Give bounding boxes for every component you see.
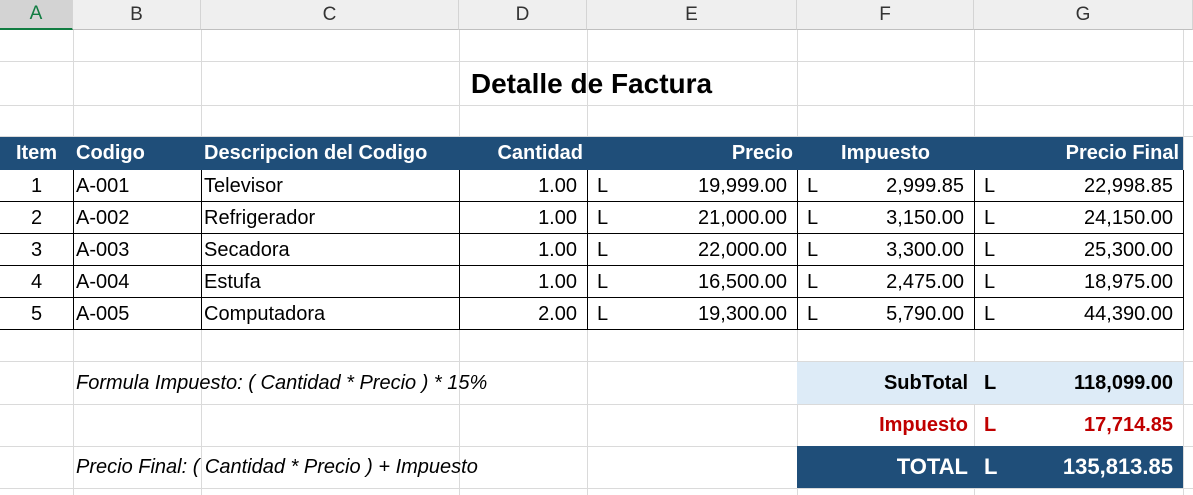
cell-precio[interactable]: 16,500.00 bbox=[617, 266, 797, 298]
currency-cell[interactable]: L bbox=[587, 298, 617, 330]
cell-descripcion[interactable]: Computadora bbox=[201, 298, 459, 330]
cell-impuesto[interactable]: 3,300.00 bbox=[827, 234, 974, 266]
currency-cell[interactable]: L bbox=[587, 170, 617, 202]
column-header-g[interactable]: G bbox=[974, 0, 1193, 30]
cell-descripcion[interactable]: Secadora bbox=[201, 234, 459, 266]
total-currency[interactable]: L bbox=[974, 446, 1004, 488]
cell-cantidad[interactable]: 1.00 bbox=[459, 170, 587, 202]
currency-cell[interactable]: L bbox=[974, 170, 1004, 202]
table-border bbox=[459, 170, 460, 330]
table-border bbox=[797, 170, 798, 330]
impuesto-total-label[interactable]: Impuesto bbox=[797, 404, 974, 446]
cell-descripcion[interactable]: Refrigerador bbox=[201, 202, 459, 234]
header-item[interactable]: Item bbox=[0, 137, 73, 170]
table-border bbox=[0, 265, 1183, 266]
header-codigo[interactable]: Codigo bbox=[73, 137, 201, 170]
cell-precio-final[interactable]: 24,150.00 bbox=[1004, 202, 1183, 234]
subtotal-value[interactable]: 118,099.00 bbox=[1004, 362, 1183, 404]
currency-cell[interactable]: L bbox=[974, 298, 1004, 330]
impuesto-total-value[interactable]: 17,714.85 bbox=[1004, 404, 1183, 446]
header-precio[interactable]: Precio bbox=[587, 137, 797, 170]
invoice-title[interactable]: Detalle de Factura bbox=[0, 62, 1183, 106]
cell-codigo[interactable]: A-005 bbox=[73, 298, 201, 330]
currency-cell[interactable]: L bbox=[797, 202, 827, 234]
currency-cell[interactable]: L bbox=[974, 266, 1004, 298]
subtotal-label[interactable]: SubTotal bbox=[797, 362, 974, 404]
cell-cantidad[interactable]: 1.00 bbox=[459, 234, 587, 266]
table-border bbox=[587, 170, 588, 330]
column-header-d[interactable]: D bbox=[459, 0, 587, 30]
cell-descripcion[interactable]: Televisor bbox=[201, 170, 459, 202]
cell-precio-final[interactable]: 18,975.00 bbox=[1004, 266, 1183, 298]
currency-cell[interactable]: L bbox=[797, 266, 827, 298]
table-border bbox=[0, 201, 1183, 202]
currency-cell[interactable]: L bbox=[587, 234, 617, 266]
gridline bbox=[0, 488, 1193, 489]
cell-item[interactable]: 5 bbox=[0, 298, 73, 330]
cell-precio[interactable]: 19,999.00 bbox=[617, 170, 797, 202]
currency-cell[interactable]: L bbox=[587, 266, 617, 298]
cell-precio[interactable]: 21,000.00 bbox=[617, 202, 797, 234]
formula-precio-final-note[interactable]: Precio Final: ( Cantidad * Precio ) + Im… bbox=[76, 446, 478, 488]
subtotal-currency[interactable]: L bbox=[974, 362, 1004, 404]
cell-precio-final[interactable]: 44,390.00 bbox=[1004, 298, 1183, 330]
cell-item[interactable]: 4 bbox=[0, 266, 73, 298]
impuesto-total-currency[interactable]: L bbox=[974, 404, 1004, 446]
table-border bbox=[0, 297, 1183, 298]
column-header-f[interactable]: F bbox=[797, 0, 974, 30]
table-border bbox=[1183, 170, 1184, 330]
cell-descripcion[interactable]: Estufa bbox=[201, 266, 459, 298]
table-border bbox=[0, 233, 1183, 234]
header-precio-final[interactable]: Precio Final bbox=[974, 137, 1183, 170]
total-label[interactable]: TOTAL bbox=[797, 446, 974, 488]
currency-cell[interactable]: L bbox=[797, 170, 827, 202]
currency-cell[interactable]: L bbox=[974, 202, 1004, 234]
cell-codigo[interactable]: A-001 bbox=[73, 170, 201, 202]
cell-impuesto[interactable]: 5,790.00 bbox=[827, 298, 974, 330]
cell-impuesto[interactable]: 2,999.85 bbox=[827, 170, 974, 202]
cell-item[interactable]: 3 bbox=[0, 234, 73, 266]
cell-codigo[interactable]: A-003 bbox=[73, 234, 201, 266]
table-border bbox=[974, 170, 975, 330]
header-descripcion[interactable]: Descripcion del Codigo bbox=[201, 137, 459, 170]
column-header-a[interactable]: A bbox=[0, 0, 73, 30]
table-border bbox=[0, 329, 1183, 330]
cell-cantidad[interactable]: 1.00 bbox=[459, 202, 587, 234]
currency-cell[interactable]: L bbox=[797, 234, 827, 266]
table-border bbox=[201, 170, 202, 330]
currency-cell[interactable]: L bbox=[587, 202, 617, 234]
cell-item[interactable]: 2 bbox=[0, 202, 73, 234]
total-value[interactable]: 135,813.85 bbox=[1004, 446, 1183, 488]
header-cantidad[interactable]: Cantidad bbox=[459, 137, 587, 170]
cell-cantidad[interactable]: 1.00 bbox=[459, 266, 587, 298]
header-impuesto[interactable]: Impuesto bbox=[797, 137, 974, 170]
cell-impuesto[interactable]: 2,475.00 bbox=[827, 266, 974, 298]
cell-precio[interactable]: 19,300.00 bbox=[617, 298, 797, 330]
cell-precio[interactable]: 22,000.00 bbox=[617, 234, 797, 266]
cell-item[interactable]: 1 bbox=[0, 170, 73, 202]
column-header-b[interactable]: B bbox=[73, 0, 201, 30]
column-header-e[interactable]: E bbox=[587, 0, 797, 30]
cell-precio-final[interactable]: 22,998.85 bbox=[1004, 170, 1183, 202]
currency-cell[interactable]: L bbox=[974, 234, 1004, 266]
table-border bbox=[73, 170, 74, 330]
formula-impuesto-note[interactable]: Formula Impuesto: ( Cantidad * Precio ) … bbox=[76, 362, 487, 404]
cell-codigo[interactable]: A-004 bbox=[73, 266, 201, 298]
cell-impuesto[interactable]: 3,150.00 bbox=[827, 202, 974, 234]
currency-cell[interactable]: L bbox=[797, 298, 827, 330]
cell-cantidad[interactable]: 2.00 bbox=[459, 298, 587, 330]
cell-codigo[interactable]: A-002 bbox=[73, 202, 201, 234]
cell-precio-final[interactable]: 25,300.00 bbox=[1004, 234, 1183, 266]
column-header-c[interactable]: C bbox=[201, 0, 459, 30]
